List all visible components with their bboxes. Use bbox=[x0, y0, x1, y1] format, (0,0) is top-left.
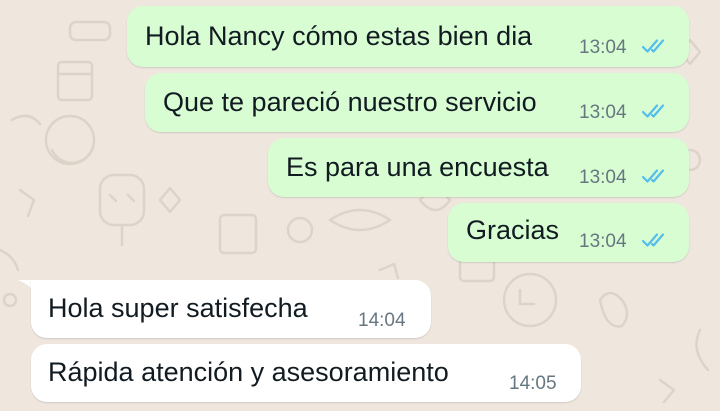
message-bubble-outgoing[interactable]: Hola Nancy cómo estas bien dia 13:04 bbox=[127, 6, 689, 67]
message-bubble-outgoing[interactable]: Es para una encuesta 13:04 bbox=[268, 138, 689, 197]
message-time: 14:04 bbox=[358, 310, 406, 331]
double-check-read-icon bbox=[641, 169, 665, 183]
double-check-read-icon bbox=[641, 39, 665, 53]
double-check-read-icon bbox=[641, 104, 665, 118]
message-bubble-incoming[interactable]: Rápida atención y asesoramiento 14:05 bbox=[31, 344, 581, 402]
message-text: Hola super satisfecha bbox=[48, 293, 308, 323]
double-check-read-icon bbox=[641, 233, 665, 247]
message-text: Es para una encuesta bbox=[286, 152, 549, 182]
message-time: 13:04 bbox=[579, 102, 627, 123]
message-time: 13:04 bbox=[579, 37, 627, 58]
message-time: 14:05 bbox=[509, 373, 557, 394]
message-text: Rápida atención y asesoramiento bbox=[48, 357, 449, 387]
message-time: 13:04 bbox=[579, 231, 627, 252]
message-time: 13:04 bbox=[579, 167, 627, 188]
message-text: Que te pareció nuestro servicio bbox=[163, 87, 537, 117]
message-text: Gracias bbox=[466, 215, 560, 245]
message-text: Hola Nancy cómo estas bien dia bbox=[145, 21, 533, 51]
message-bubble-incoming[interactable]: Hola super satisfecha 14:04 bbox=[31, 280, 431, 338]
message-bubble-outgoing[interactable]: Gracias 13:04 bbox=[448, 203, 689, 262]
message-bubble-outgoing[interactable]: Que te pareció nuestro servicio 13:04 bbox=[145, 73, 689, 132]
